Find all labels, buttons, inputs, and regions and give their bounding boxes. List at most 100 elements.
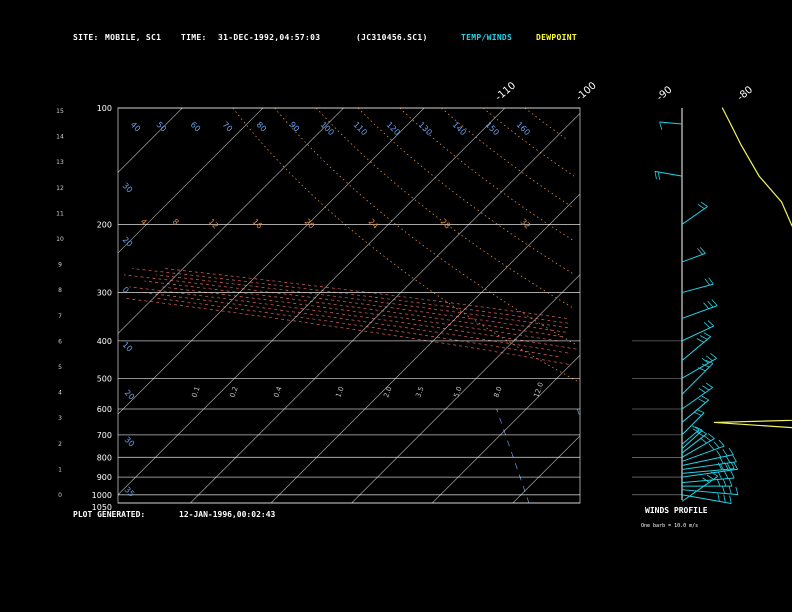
pressure-tick-label: 200	[97, 220, 112, 229]
mixing-ratio-label: 0.1	[190, 385, 201, 398]
theta-label: 50	[155, 120, 169, 134]
height-km-label: 8	[58, 287, 62, 294]
wind-barb-staff	[681, 305, 718, 319]
theta-label: 80	[255, 120, 269, 134]
wind-barb-flag	[725, 455, 731, 463]
pressure-tick-label: 600	[97, 405, 112, 414]
mixing-ratio-line	[576, 408, 580, 415]
top-temp-label: -90	[655, 84, 675, 103]
height-km-label: 1	[58, 466, 62, 473]
dewpoint-point	[721, 107, 724, 109]
plot-generated-value: 12-JAN-1996,00:02:43	[179, 510, 276, 519]
isotherm-line	[117, 107, 425, 415]
mixing-ratio-label: 2.0	[382, 385, 393, 398]
dry-adiabat	[315, 107, 575, 309]
wind-barb-flag	[732, 454, 737, 463]
moist-adiabat	[161, 286, 558, 342]
wind-barb-flag	[704, 435, 711, 442]
dewpoint-point	[780, 201, 783, 203]
wind-barb-flag	[700, 437, 707, 444]
wind-barb-flag	[711, 299, 718, 306]
isotherm-line	[190, 113, 581, 504]
dewpoint-point	[758, 175, 760, 177]
theta-label: 120	[385, 120, 402, 137]
wind-barb-flag	[708, 277, 714, 285]
wind-barb-flag	[707, 320, 714, 327]
dry-adiabat	[357, 107, 576, 276]
wind-barb-flag	[717, 493, 720, 502]
height-km-label: 5	[58, 364, 62, 371]
wind-barb-staff	[681, 252, 706, 263]
winds-profile-label: WINDS PROFILE	[645, 506, 708, 515]
skewt-chart: 1002003004005006007008009001000105001234…	[56, 80, 792, 512]
theta-side-label: 10	[121, 340, 135, 354]
isotherm-line	[117, 107, 264, 254]
pressure-tick-label: 900	[97, 473, 112, 482]
theta-label: 110	[352, 120, 369, 137]
theta-e-label: 28	[439, 217, 453, 231]
wind-barb-staff	[659, 121, 683, 125]
wind-barb-flag	[705, 355, 713, 362]
wind-barb-flag	[702, 385, 710, 391]
wind-barb-flag	[696, 338, 705, 343]
dry-adiabat	[274, 107, 577, 346]
wind-barb-flag	[659, 121, 663, 130]
wind-barb-flag	[728, 478, 733, 487]
theta-side-label: 20	[123, 388, 137, 402]
wind-barb-flag	[721, 485, 725, 494]
pressure-tick-label: 700	[97, 431, 112, 440]
wind-barb-flag	[722, 448, 728, 457]
wind-barb-staff	[681, 438, 715, 458]
mixing-ratio-label: 8.0	[492, 385, 503, 398]
theta-label: 130	[417, 120, 434, 137]
theta-e-label: 8	[171, 217, 181, 227]
wind-barb-staff	[681, 489, 739, 496]
height-km-label: 15	[56, 108, 64, 115]
height-km-label: 4	[58, 390, 62, 397]
height-km-label: 0	[58, 492, 62, 499]
wind-barb-flag	[728, 447, 734, 455]
mixing-ratio-label: 12.0	[532, 381, 545, 398]
dewpoint-point	[713, 421, 715, 424]
height-km-label: 12	[56, 185, 64, 192]
mixing-ratio-label: 3.5	[414, 385, 425, 398]
pressure-tick-label: 800	[97, 453, 112, 462]
wind-barb-flag	[735, 486, 739, 495]
wind-barb-flag	[657, 171, 661, 180]
theta-label: 70	[221, 120, 235, 134]
top-temp-label: -100	[574, 80, 598, 103]
moist-adiabat	[129, 286, 577, 350]
wind-barb-flag	[722, 478, 727, 487]
wind-barb-flag	[698, 398, 706, 403]
theta-label: 140	[451, 120, 468, 137]
theta-side-label: 0	[121, 285, 131, 295]
theta-label: 160	[515, 120, 532, 137]
dewpoint-trace	[714, 107, 792, 429]
height-km-label: 7	[58, 313, 62, 320]
wind-barb-staff	[681, 357, 717, 379]
wind-barb-flag	[718, 439, 725, 447]
moist-adiabat	[156, 274, 568, 329]
theta-label: 150	[484, 120, 501, 137]
height-km-label: 14	[56, 134, 64, 141]
theta-label: 90	[288, 120, 302, 134]
theta-label: 40	[129, 120, 143, 134]
theta-e-label: 32	[519, 217, 533, 231]
theta-side-label: 20	[121, 235, 135, 249]
wind-barb-flag	[724, 471, 729, 479]
plot-frame	[117, 107, 581, 504]
wind-barb-flag	[730, 470, 735, 479]
top-temp-label: -80	[735, 84, 755, 103]
height-km-label: 9	[58, 262, 62, 269]
theta-e-label: 16	[251, 217, 265, 231]
height-km-label: 13	[56, 159, 64, 166]
wind-barb-staff	[681, 283, 714, 294]
wind-barb-flag	[700, 335, 708, 340]
wind-barb-flag	[729, 495, 732, 504]
wind-barb-flag	[705, 382, 713, 388]
wind-barb-staff	[681, 387, 714, 410]
wind-barb-flag	[696, 409, 705, 414]
moist-adiabat	[155, 297, 559, 358]
wind-barb-flag	[703, 302, 710, 309]
wind-barb-flag	[701, 395, 710, 401]
